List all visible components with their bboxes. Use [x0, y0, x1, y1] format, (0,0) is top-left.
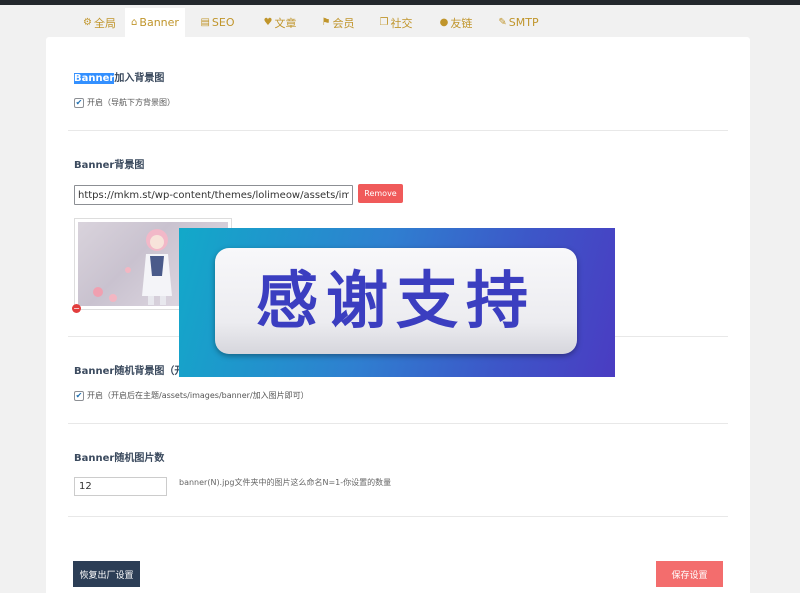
tab-article[interactable]: ♥ 文章: [250, 8, 310, 37]
random-count-hint: banner(N).jpg文件夹中的图片这么命名N=1-你设置的数量: [179, 478, 392, 487]
tab-social[interactable]: ❐ 社交: [366, 8, 426, 37]
thanks-overlay-image: 感谢支持: [179, 228, 615, 377]
title-rest: 加入背景图: [114, 73, 165, 84]
thanks-text: 感谢支持: [255, 264, 536, 337]
tab-label: 会员: [332, 16, 355, 30]
tab-seo[interactable]: ▤ SEO: [185, 8, 250, 37]
section-title-random-bg: Banner随机背景图（开: [74, 366, 185, 377]
home-icon: ⌂: [131, 16, 138, 28]
tab-label: 文章: [274, 16, 297, 30]
wrench-icon: ✎: [498, 16, 507, 28]
save-button[interactable]: 保存设置: [656, 561, 723, 587]
tab-global[interactable]: ⚙ 全局: [74, 8, 125, 37]
divider: [68, 516, 728, 517]
divider: [68, 423, 728, 424]
tab-label: Banner: [139, 16, 179, 29]
random-count-input[interactable]: [74, 477, 167, 496]
tab-friend-links[interactable]: ● 友链: [426, 8, 486, 37]
list-icon: ▤: [200, 16, 210, 28]
bg-image-url-input[interactable]: [74, 185, 353, 205]
tab-label: 全局: [93, 16, 116, 30]
tab-label: 社交: [390, 16, 413, 30]
section-title-bg-image: Banner背景图: [74, 160, 145, 171]
checkbox-bg-enable[interactable]: ✔: [74, 97, 84, 108]
user-icon: ●: [439, 16, 449, 28]
remove-button[interactable]: Remove: [358, 184, 403, 203]
remove-image-icon[interactable]: −: [72, 304, 81, 313]
thanks-card: 感谢支持: [215, 248, 577, 354]
bg-enable-option[interactable]: ✔ 开启（导航下方背景图）: [74, 97, 175, 108]
checkbox-random-bg[interactable]: ✔: [74, 390, 84, 401]
tab-label: SEO: [211, 16, 235, 29]
settings-tabs: ⚙ 全局 ⌂ Banner ▤ SEO ♥ 文章 ⚑ 会员 ❐ 社交 ● 友链 …: [74, 8, 551, 37]
heart-icon: ♥: [263, 16, 273, 28]
tab-member[interactable]: ⚑ 会员: [310, 8, 366, 37]
reset-button[interactable]: 恢复出厂设置: [73, 561, 140, 587]
tab-smtp[interactable]: ✎ SMTP: [486, 8, 551, 37]
copy-icon: ❐: [379, 16, 389, 28]
selected-text: Banner: [74, 73, 115, 84]
section-title-random-count: Banner随机图片数: [74, 453, 165, 464]
random-bg-option[interactable]: ✔ 开启（开启后在主题/assets/images/banner/加入图片即可）: [74, 390, 309, 401]
tab-label: SMTP: [508, 16, 539, 29]
divider: [68, 130, 728, 131]
flag-icon: ⚑: [321, 16, 331, 28]
top-bar: [0, 0, 800, 5]
tab-label: 友链: [450, 16, 473, 30]
tab-banner[interactable]: ⌂ Banner: [125, 8, 185, 37]
checkbox-label: 开启（开启后在主题/assets/images/banner/加入图片即可）: [87, 391, 309, 400]
checkbox-label: 开启（导航下方背景图）: [87, 98, 175, 107]
gear-icon: ⚙: [83, 16, 92, 28]
section-title-bg-enable: Banner加入背景图: [74, 69, 164, 84]
